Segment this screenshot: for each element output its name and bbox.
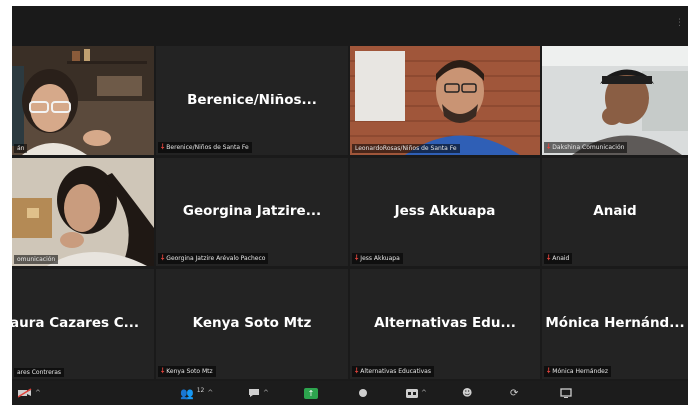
mic-muted-icon: ⸸ xyxy=(355,367,359,375)
video-tile[interactable]: ⸸ Dakshina Comunicación xyxy=(542,46,688,155)
mic-muted-icon: ⸸ xyxy=(161,143,165,151)
chevron-up-icon[interactable]: ^ xyxy=(263,389,269,397)
mic-muted-icon: ⸸ xyxy=(547,367,551,375)
video-tile[interactable]: omunicación xyxy=(12,158,154,266)
reactions-button[interactable]: ☻ xyxy=(462,385,472,401)
gallery-grid: án Berenice/Niños... ⸸ Berenice/Niños de … xyxy=(12,46,688,379)
chevron-up-icon[interactable]: ^ xyxy=(421,389,427,397)
participant-label: ⸸ Mónica Hernández xyxy=(544,366,611,377)
more-icon[interactable]: ⋮ xyxy=(675,18,684,28)
cc-icon xyxy=(406,388,418,398)
video-toggle[interactable]: ^ xyxy=(18,385,41,401)
video-tile[interactable]: án xyxy=(12,46,154,155)
video-tile[interactable]: Georgina Jatzire... ⸸ Georgina Jatzire Ar… xyxy=(156,158,348,266)
video-tile[interactable]: Mónica Hernánd... ⸸ Mónica Hernández xyxy=(542,269,688,379)
record-icon xyxy=(359,389,367,397)
participant-label: ⸸ Dakshina Comunicación xyxy=(544,142,628,153)
apps-button[interactable]: ⟳ xyxy=(510,385,518,401)
participant-video xyxy=(12,158,154,266)
video-tile[interactable]: Berenice/Niños... ⸸ Berenice/Niños de San… xyxy=(156,46,348,155)
captions-button[interactable]: ^ xyxy=(406,385,427,401)
meeting-toolbar: ^ 👥 12 ^ ^ ↑ ^ ☻ ⟳ xyxy=(12,381,688,405)
participant-name: Alternativas Edu... xyxy=(374,315,516,332)
video-tile[interactable]: LeonardoRosas/Niños de Santa Fe xyxy=(350,46,540,155)
participant-name: Berenice/Niños... xyxy=(187,91,317,108)
participant-label: ⸸ Alternativas Educativas xyxy=(352,366,434,377)
participants-icon: 👥 xyxy=(180,386,194,400)
participant-video xyxy=(350,46,540,155)
participant-name: Kenya Soto Mtz xyxy=(192,315,312,332)
participant-name: Mónica Hernánd... xyxy=(545,315,685,332)
participant-name: Georgina Jatzire... xyxy=(182,203,322,220)
participant-name: aura Cazares C... xyxy=(12,315,140,332)
meeting-window: ⋮ án Berenice/Niños... ⸸ Berenice/Niños … xyxy=(12,6,688,405)
whiteboard-icon xyxy=(560,388,572,398)
participant-name: Anaid xyxy=(593,203,637,220)
participant-label: ⸸ Kenya Soto Mtz xyxy=(158,366,216,377)
chevron-up-icon[interactable]: ^ xyxy=(35,389,41,397)
mic-muted-icon: ⸸ xyxy=(547,143,551,151)
participant-label: ⸸ Anaid xyxy=(544,253,573,264)
mic-muted-icon: ⸸ xyxy=(161,367,165,375)
chat-button[interactable]: ^ xyxy=(248,385,269,401)
video-tile[interactable]: Alternativas Edu... ⸸ Alternativas Educat… xyxy=(350,269,540,379)
participant-video xyxy=(12,46,154,155)
share-screen-button[interactable]: ↑ xyxy=(304,385,318,401)
video-tile[interactable]: Kenya Soto Mtz ⸸ Kenya Soto Mtz xyxy=(156,269,348,379)
top-bar: ⋮ xyxy=(12,6,688,44)
participant-label: LeonardoRosas/Niños de Santa Fe xyxy=(352,144,460,153)
video-tile[interactable]: Jess Akkuapa ⸸ Jess Akkuapa xyxy=(350,158,540,266)
reaction-icon: ☻ xyxy=(462,387,473,399)
record-button[interactable] xyxy=(358,385,368,401)
mic-muted-icon: ⸸ xyxy=(547,254,551,262)
whiteboard-button[interactable] xyxy=(560,385,572,401)
video-tile[interactable]: aura Cazares C... ares Contreras xyxy=(12,269,154,379)
share-screen-icon: ↑ xyxy=(304,387,318,399)
participant-video xyxy=(542,46,688,155)
participant-label: ⸸ Jess Akkuapa xyxy=(352,253,403,264)
participant-name: Jess Akkuapa xyxy=(394,203,496,220)
participant-label: omunicación xyxy=(14,255,59,264)
participant-label: ares Contreras xyxy=(14,368,65,377)
apps-icon: ⟳ xyxy=(510,387,519,399)
mic-muted-icon: ⸸ xyxy=(355,254,359,262)
chevron-up-icon[interactable]: ^ xyxy=(207,389,213,397)
mic-muted-icon: ⸸ xyxy=(161,254,165,262)
chat-icon xyxy=(249,389,259,397)
participant-count: 12 xyxy=(196,386,205,394)
video-off-icon xyxy=(18,388,32,398)
video-tile[interactable]: Anaid ⸸ Anaid xyxy=(542,158,688,266)
participants-button[interactable]: 👥 12 ^ xyxy=(180,385,213,401)
participant-label: án xyxy=(14,144,28,153)
participant-label: ⸸ Georgina Jatzire Arévalo Pacheco xyxy=(158,253,269,264)
participant-label: ⸸ Berenice/Niños de Santa Fe xyxy=(158,142,252,153)
